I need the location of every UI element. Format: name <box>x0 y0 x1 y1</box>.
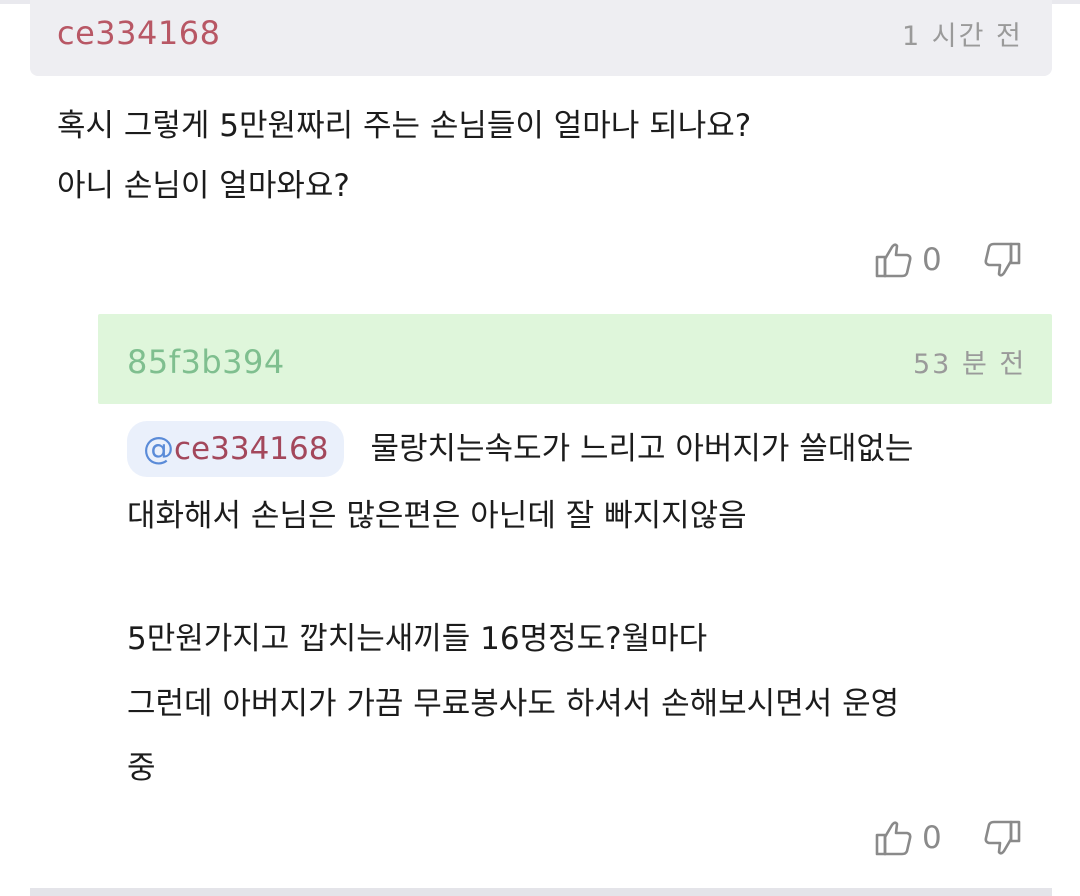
reply-body-line-3: 5만원가지고 깝치는새끼들 16명정도?월마다 <box>127 621 708 657</box>
reply-timestamp: 53 분 전 <box>913 349 1027 380</box>
thumbs-up-icon[interactable] <box>874 818 914 858</box>
reply-body-line-2: 대화해서 손님은 많은편은 아닌데 잘 빠지지않음 <box>127 498 747 534</box>
reply-body-line-5: 중 <box>127 750 156 786</box>
like-count: 0 <box>922 820 942 856</box>
mention-at-sign: @ <box>143 431 174 467</box>
thumbs-down-icon[interactable] <box>982 818 1022 858</box>
mention-chip[interactable]: @ce334168 <box>127 421 345 477</box>
bottom-divider <box>30 888 1052 896</box>
comment-username[interactable]: ce334168 <box>57 14 220 52</box>
reply-vote-bar: 0 <box>874 818 1022 858</box>
reply-username[interactable]: 85f3b394 <box>127 343 285 381</box>
comment-vote-bar: 0 <box>874 240 1022 280</box>
thumbs-up-icon[interactable] <box>874 240 914 280</box>
reply-body-line-4: 그런데 아버지가 가끔 무료봉사도 하셔서 손해보시면서 운영 <box>127 686 900 722</box>
reply-line-1-text: 물랑치는속도가 느리고 아버지가 쓸대없는 <box>370 431 914 467</box>
thumbs-down-icon[interactable] <box>982 240 1022 280</box>
like-count: 0 <box>922 242 942 278</box>
reply-body-line-1: @ce334168 물랑치는속도가 느리고 아버지가 쓸대없는 <box>127 420 913 478</box>
comment-body-line-1: 혹시 그렇게 5만원짜리 주는 손님들이 얼마나 되나요? <box>57 108 752 144</box>
comment-timestamp: 1 시간 전 <box>902 21 1023 52</box>
comment-body-line-2: 아니 손님이 얼마와요? <box>57 168 350 204</box>
mention-username: ce334168 <box>174 431 329 467</box>
